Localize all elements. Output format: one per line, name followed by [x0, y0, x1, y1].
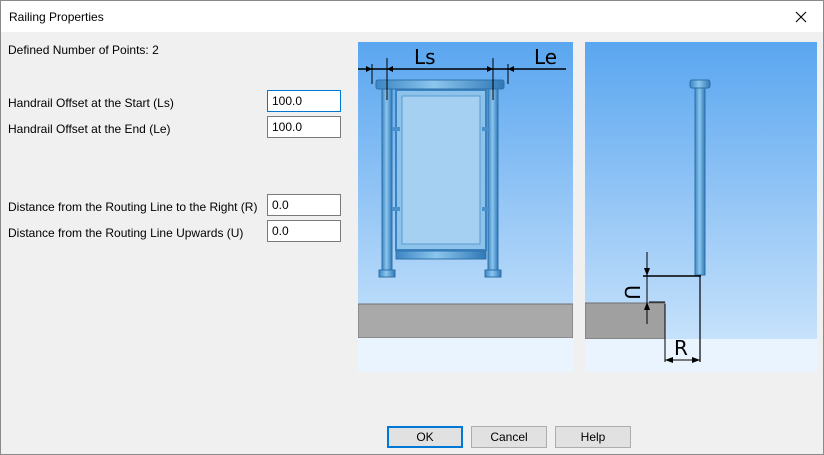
- front-view-diagram: Ls Le: [358, 42, 573, 372]
- u-dimension-tag: U: [620, 285, 644, 300]
- le-input[interactable]: [267, 116, 341, 138]
- r-input[interactable]: [267, 194, 341, 216]
- close-button[interactable]: [779, 1, 823, 32]
- u-label: Distance from the Routing Line Upwards (…: [8, 226, 244, 240]
- le-dimension-tag: Le: [534, 45, 557, 69]
- r-dimension-tag: R: [674, 336, 688, 360]
- r-label: Distance from the Routing Line to the Ri…: [8, 200, 258, 214]
- ls-input[interactable]: [267, 90, 341, 112]
- close-icon: [795, 11, 807, 22]
- le-label: Handrail Offset at the End (Le): [8, 122, 171, 136]
- side-view-diagram: R U: [585, 42, 817, 372]
- ok-button[interactable]: OK: [387, 426, 463, 448]
- title-bar: Railing Properties: [1, 1, 823, 32]
- railing-properties-dialog: Railing Properties Defined Number of Poi…: [0, 0, 824, 455]
- ls-label: Handrail Offset at the Start (Ls): [8, 96, 174, 110]
- defined-points-label: Defined Number of Points: 2: [8, 43, 159, 57]
- window-title: Railing Properties: [9, 10, 104, 24]
- ls-dimension-tag: Ls: [414, 45, 436, 69]
- u-input[interactable]: [267, 220, 341, 242]
- help-button[interactable]: Help: [555, 426, 631, 448]
- cancel-button[interactable]: Cancel: [471, 426, 547, 448]
